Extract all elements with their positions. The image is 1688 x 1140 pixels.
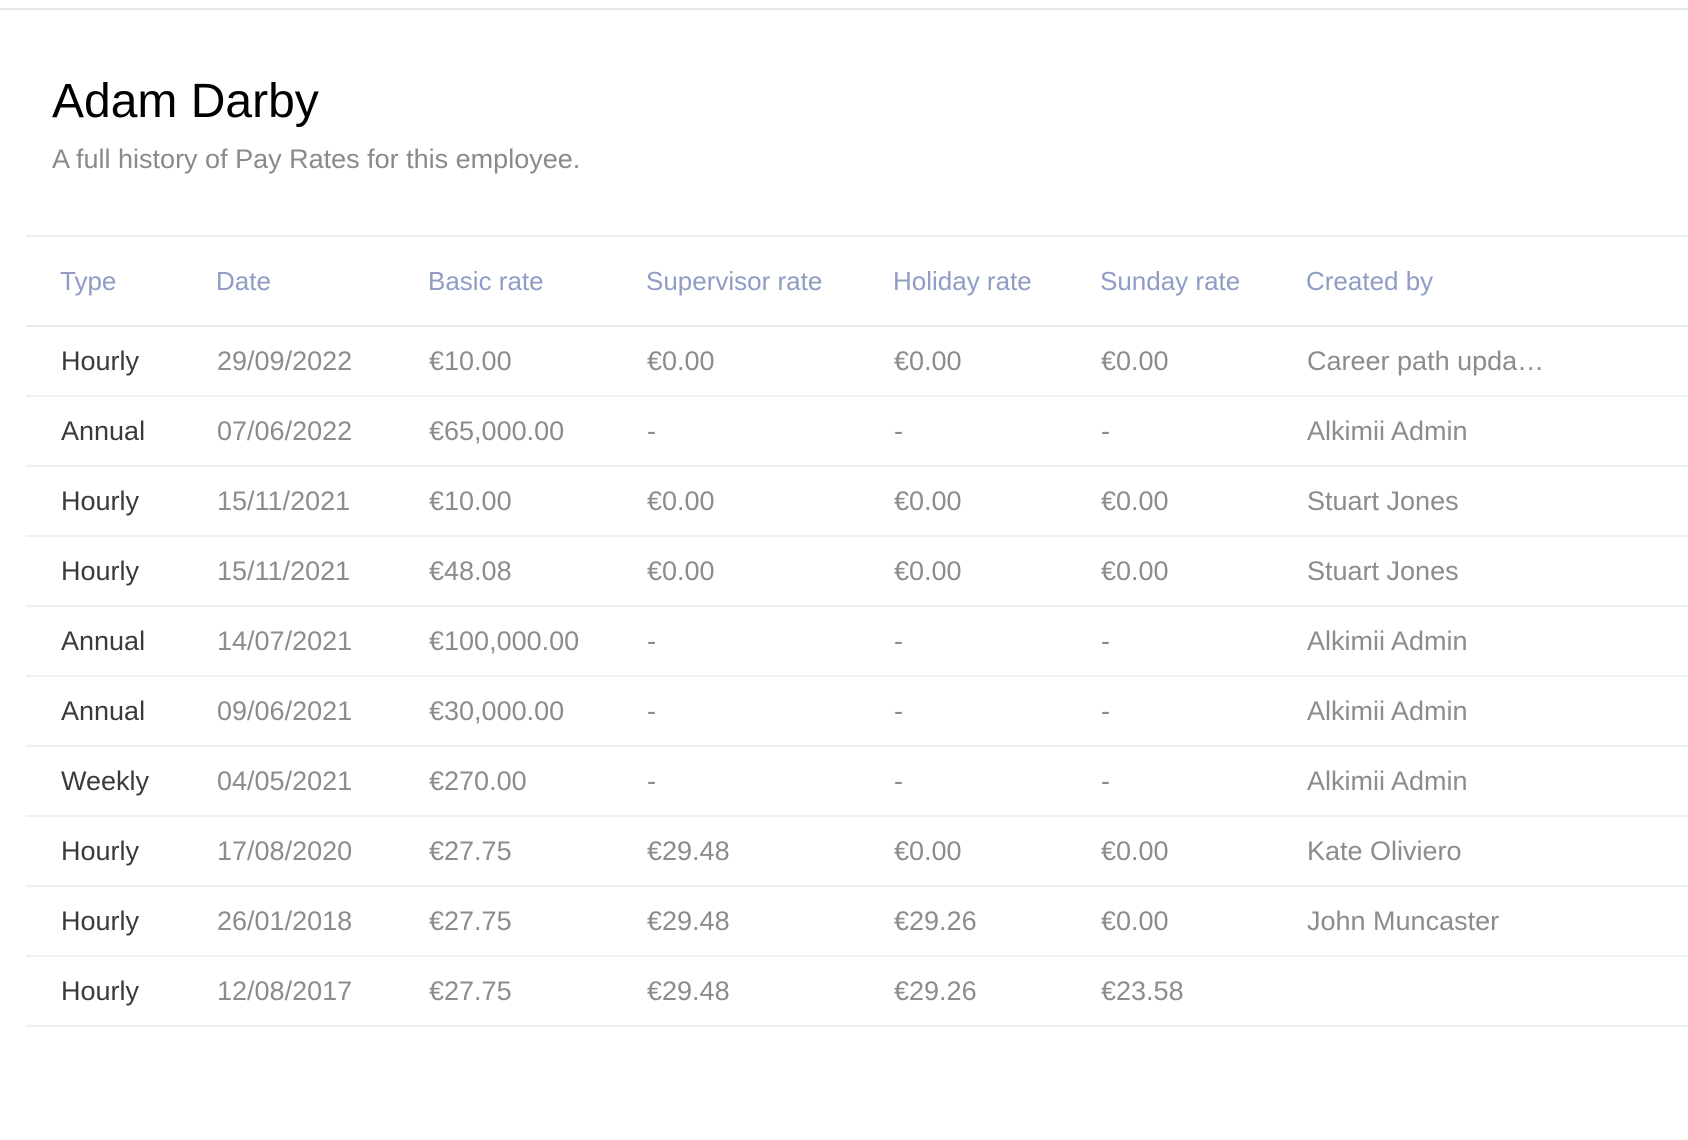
cell-sunday-rate: €0.00 <box>1066 466 1272 537</box>
cell-sunday-rate: €0.00 <box>1066 536 1272 607</box>
cell-created-by: Stuart Jones <box>1272 536 1688 607</box>
cell-holiday-rate: €0.00 <box>859 326 1066 397</box>
cell-date: 07/06/2022 <box>182 396 394 467</box>
column-header-basic-rate[interactable]: Basic rate <box>394 237 612 327</box>
table-row[interactable]: Annual 14/07/2021 €100,000.00 - - - Alki… <box>26 606 1688 677</box>
top-divider <box>0 8 1688 10</box>
page-subtitle: A full history of Pay Rates for this emp… <box>52 144 581 174</box>
column-header-supervisor-rate[interactable]: Supervisor rate <box>612 237 859 327</box>
cell-date: 09/06/2021 <box>182 676 394 747</box>
cell-holiday-rate: - <box>859 396 1066 467</box>
cell-holiday-rate: €29.26 <box>859 886 1066 957</box>
cell-sunday-rate: - <box>1066 606 1272 677</box>
cell-supervisor-rate: - <box>612 746 859 817</box>
table-row[interactable]: Annual 07/06/2022 €65,000.00 - - - Alkim… <box>26 396 1688 467</box>
cell-supervisor-rate: €0.00 <box>612 536 859 607</box>
cell-type: Hourly <box>26 466 182 537</box>
cell-supervisor-rate: €0.00 <box>612 466 859 537</box>
cell-date: 15/11/2021 <box>182 466 394 537</box>
cell-sunday-rate: - <box>1066 676 1272 747</box>
table-row[interactable]: Hourly 15/11/2021 €10.00 €0.00 €0.00 €0.… <box>26 466 1688 537</box>
cell-date: 04/05/2021 <box>182 746 394 817</box>
cell-basic-rate: €65,000.00 <box>394 396 612 467</box>
cell-supervisor-rate: - <box>612 606 859 677</box>
cell-sunday-rate: €23.58 <box>1066 956 1272 1027</box>
table-body: Hourly 29/09/2022 €10.00 €0.00 €0.00 €0.… <box>26 326 1688 1027</box>
pay-rates-table: Type Date Basic rate Supervisor rate Hol… <box>26 237 1688 1027</box>
header-row: Type Date Basic rate Supervisor rate Hol… <box>26 237 1688 327</box>
cell-supervisor-rate: €0.00 <box>612 326 859 397</box>
cell-created-by: Alkimii Admin <box>1272 396 1688 467</box>
cell-type: Hourly <box>26 326 182 397</box>
cell-created-by: Alkimii Admin <box>1272 676 1688 747</box>
cell-sunday-rate: €0.00 <box>1066 816 1272 887</box>
cell-holiday-rate: €0.00 <box>859 466 1066 537</box>
cell-created-by: John Muncaster <box>1272 886 1688 957</box>
cell-holiday-rate: €29.26 <box>859 956 1066 1027</box>
cell-basic-rate: €10.00 <box>394 326 612 397</box>
table-row[interactable]: Hourly 17/08/2020 €27.75 €29.48 €0.00 €0… <box>26 816 1688 887</box>
cell-supervisor-rate: €29.48 <box>612 886 859 957</box>
cell-type: Hourly <box>26 886 182 957</box>
cell-created-by: Alkimii Admin <box>1272 606 1688 677</box>
cell-basic-rate: €27.75 <box>394 956 612 1027</box>
cell-holiday-rate: €0.00 <box>859 816 1066 887</box>
column-header-sunday-rate[interactable]: Sunday rate <box>1066 237 1272 327</box>
page-title: Adam Darby <box>52 75 319 128</box>
cell-sunday-rate: - <box>1066 396 1272 467</box>
cell-date: 29/09/2022 <box>182 326 394 397</box>
cell-type: Annual <box>26 606 182 677</box>
cell-basic-rate: €10.00 <box>394 466 612 537</box>
cell-type: Hourly <box>26 956 182 1027</box>
table-row[interactable]: Hourly 12/08/2017 €27.75 €29.48 €29.26 €… <box>26 956 1688 1027</box>
cell-date: 17/08/2020 <box>182 816 394 887</box>
table-row[interactable]: Annual 09/06/2021 €30,000.00 - - - Alkim… <box>26 676 1688 747</box>
cell-holiday-rate: - <box>859 676 1066 747</box>
cell-basic-rate: €30,000.00 <box>394 676 612 747</box>
cell-type: Hourly <box>26 536 182 607</box>
cell-basic-rate: €48.08 <box>394 536 612 607</box>
cell-supervisor-rate: €29.48 <box>612 816 859 887</box>
cell-supervisor-rate: - <box>612 396 859 467</box>
cell-created-by: Career path upda… <box>1272 326 1688 397</box>
column-header-holiday-rate[interactable]: Holiday rate <box>859 237 1066 327</box>
cell-date: 15/11/2021 <box>182 536 394 607</box>
cell-sunday-rate: €0.00 <box>1066 326 1272 397</box>
cell-type: Annual <box>26 676 182 747</box>
table-row[interactable]: Hourly 26/01/2018 €27.75 €29.48 €29.26 €… <box>26 886 1688 957</box>
cell-created-by: Kate Oliviero <box>1272 816 1688 887</box>
cell-basic-rate: €270.00 <box>394 746 612 817</box>
cell-basic-rate: €100,000.00 <box>394 606 612 677</box>
table-row[interactable]: Weekly 04/05/2021 €270.00 - - - Alkimii … <box>26 746 1688 817</box>
cell-supervisor-rate: - <box>612 676 859 747</box>
cell-sunday-rate: €0.00 <box>1066 886 1272 957</box>
cell-type: Annual <box>26 396 182 467</box>
cell-holiday-rate: €0.00 <box>859 536 1066 607</box>
cell-created-by: Alkimii Admin <box>1272 746 1688 817</box>
cell-basic-rate: €27.75 <box>394 886 612 957</box>
pay-rates-table-container: Type Date Basic rate Supervisor rate Hol… <box>26 235 1688 1027</box>
table-row[interactable]: Hourly 15/11/2021 €48.08 €0.00 €0.00 €0.… <box>26 536 1688 607</box>
cell-created-by <box>1272 956 1688 1027</box>
cell-sunday-rate: - <box>1066 746 1272 817</box>
cell-supervisor-rate: €29.48 <box>612 956 859 1027</box>
cell-date: 12/08/2017 <box>182 956 394 1027</box>
cell-basic-rate: €27.75 <box>394 816 612 887</box>
table-row[interactable]: Hourly 29/09/2022 €10.00 €0.00 €0.00 €0.… <box>26 326 1688 397</box>
cell-holiday-rate: - <box>859 746 1066 817</box>
cell-type: Hourly <box>26 816 182 887</box>
column-header-date[interactable]: Date <box>182 237 394 327</box>
table-header: Type Date Basic rate Supervisor rate Hol… <box>26 237 1688 327</box>
cell-date: 26/01/2018 <box>182 886 394 957</box>
cell-date: 14/07/2021 <box>182 606 394 677</box>
column-header-created-by[interactable]: Created by <box>1272 237 1688 327</box>
column-header-type[interactable]: Type <box>26 237 182 327</box>
cell-holiday-rate: - <box>859 606 1066 677</box>
cell-created-by: Stuart Jones <box>1272 466 1688 537</box>
cell-type: Weekly <box>26 746 182 817</box>
